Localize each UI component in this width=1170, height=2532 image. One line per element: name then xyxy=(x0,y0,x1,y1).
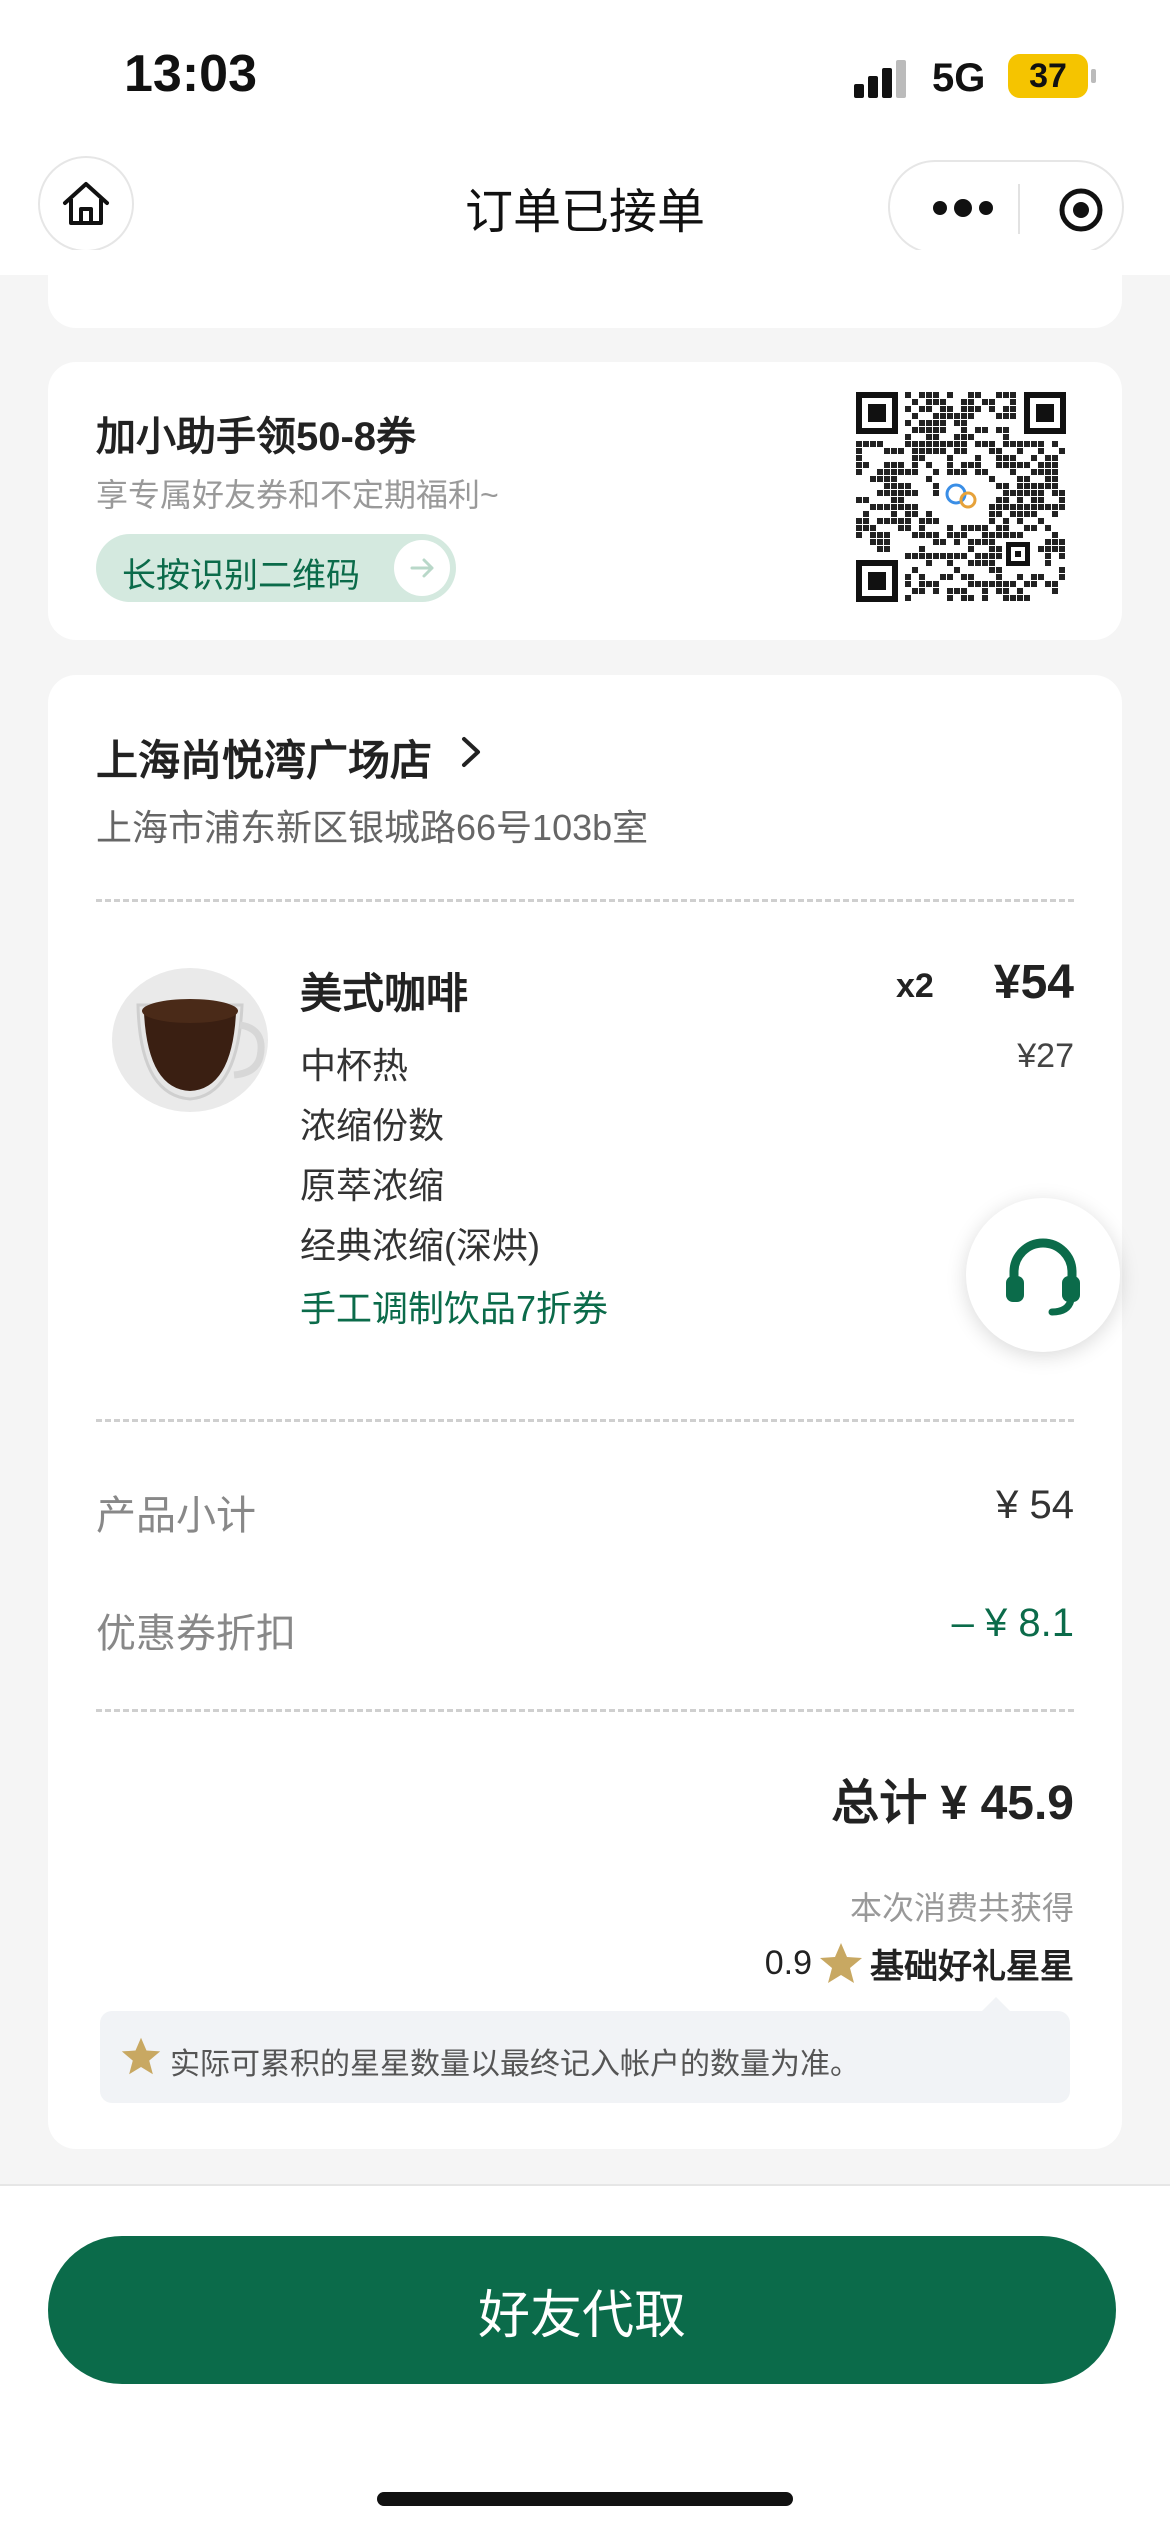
divider xyxy=(96,1709,1074,1712)
more-dots-icon[interactable] xyxy=(928,188,998,228)
customer-service-button[interactable] xyxy=(966,1198,1120,1352)
subtotal-value: ¥ 54 xyxy=(996,1483,1074,1527)
miniapp-capsule xyxy=(888,160,1124,254)
arrow-right-icon xyxy=(394,540,450,596)
battery-level: 37 xyxy=(1029,56,1067,95)
friend-pickup-button[interactable]: 好友代取 xyxy=(48,2236,1116,2384)
notice-text: 实际可累积的星星数量以最终记入帐户的数量为准。 xyxy=(170,2048,860,2081)
star-icon xyxy=(121,2037,161,2075)
network-label: 5G xyxy=(932,56,986,100)
assistant-subtitle: 享专属好友券和不定期福利~ xyxy=(96,477,499,513)
product-image xyxy=(112,968,268,1112)
product-spec: 浓缩份数 xyxy=(300,1105,445,1146)
product-quantity: x2 xyxy=(896,967,934,1005)
product-spec: 原萃浓缩 xyxy=(300,1165,445,1206)
star-icon xyxy=(820,1943,862,1983)
assistant-card: 加小助手领50-8券 享专属好友券和不定期福利~ 长按识别二维码 xyxy=(48,362,1122,640)
home-indicator xyxy=(377,2492,793,2506)
product-unit-price: ¥27 xyxy=(1017,1037,1074,1075)
product-spec: 中杯热 xyxy=(300,1045,409,1086)
store-address: 上海市浦东新区银城路66号103b室 xyxy=(96,807,649,848)
signal-icon xyxy=(854,60,906,98)
status-time: 13:03 xyxy=(124,45,257,103)
battery-indicator: 37 xyxy=(1008,54,1096,98)
product-coupon: 手工调制饮品7折券 xyxy=(300,1288,609,1329)
assistant-title: 加小助手领50-8券 xyxy=(96,415,417,459)
target-icon[interactable] xyxy=(1058,187,1104,233)
rewards-notice: 实际可累积的星星数量以最终记入帐户的数量为准。 xyxy=(100,1997,1070,2103)
status-bar: 13:03 5G 37 xyxy=(0,0,1170,150)
product-total-price: ¥54 xyxy=(993,956,1074,1009)
order-total: 总计 ¥ 45.9 xyxy=(831,1777,1074,1830)
bottom-bar: 好友代取 xyxy=(0,2184,1170,2532)
divider xyxy=(96,899,1074,902)
divider xyxy=(96,1419,1074,1422)
qr-code-icon[interactable] xyxy=(856,392,1066,602)
product-name: 美式咖啡 xyxy=(300,970,469,1017)
earn-label: 本次消费共获得 xyxy=(849,1890,1074,1926)
order-card: 上海尚悦湾广场店 上海市浦东新区银城路66号103b室 美式咖啡 x2 ¥54 … xyxy=(48,675,1122,2149)
stars-earned: 0.9 xyxy=(764,1943,812,1982)
discount-value: – ¥ 8.1 xyxy=(951,1601,1074,1645)
chevron-right-icon[interactable] xyxy=(452,727,492,777)
subtotal-label: 产品小计 xyxy=(96,1494,256,1538)
previous-card xyxy=(48,250,1122,328)
qr-scan-button[interactable]: 长按识别二维码 xyxy=(96,534,456,602)
store-name[interactable]: 上海尚悦湾广场店 xyxy=(96,727,432,788)
capsule-divider xyxy=(1018,184,1020,234)
discount-label: 优惠券折扣 xyxy=(96,1612,296,1656)
product-spec: 经典浓缩(深烘) xyxy=(300,1225,540,1266)
headset-icon xyxy=(1006,1238,1080,1316)
qr-scan-label: 长按识别二维码 xyxy=(122,557,360,595)
earn-row: 0.9 基础好礼星星 xyxy=(765,1939,1074,1987)
star-type: 基础好礼星星 xyxy=(870,1947,1074,1986)
